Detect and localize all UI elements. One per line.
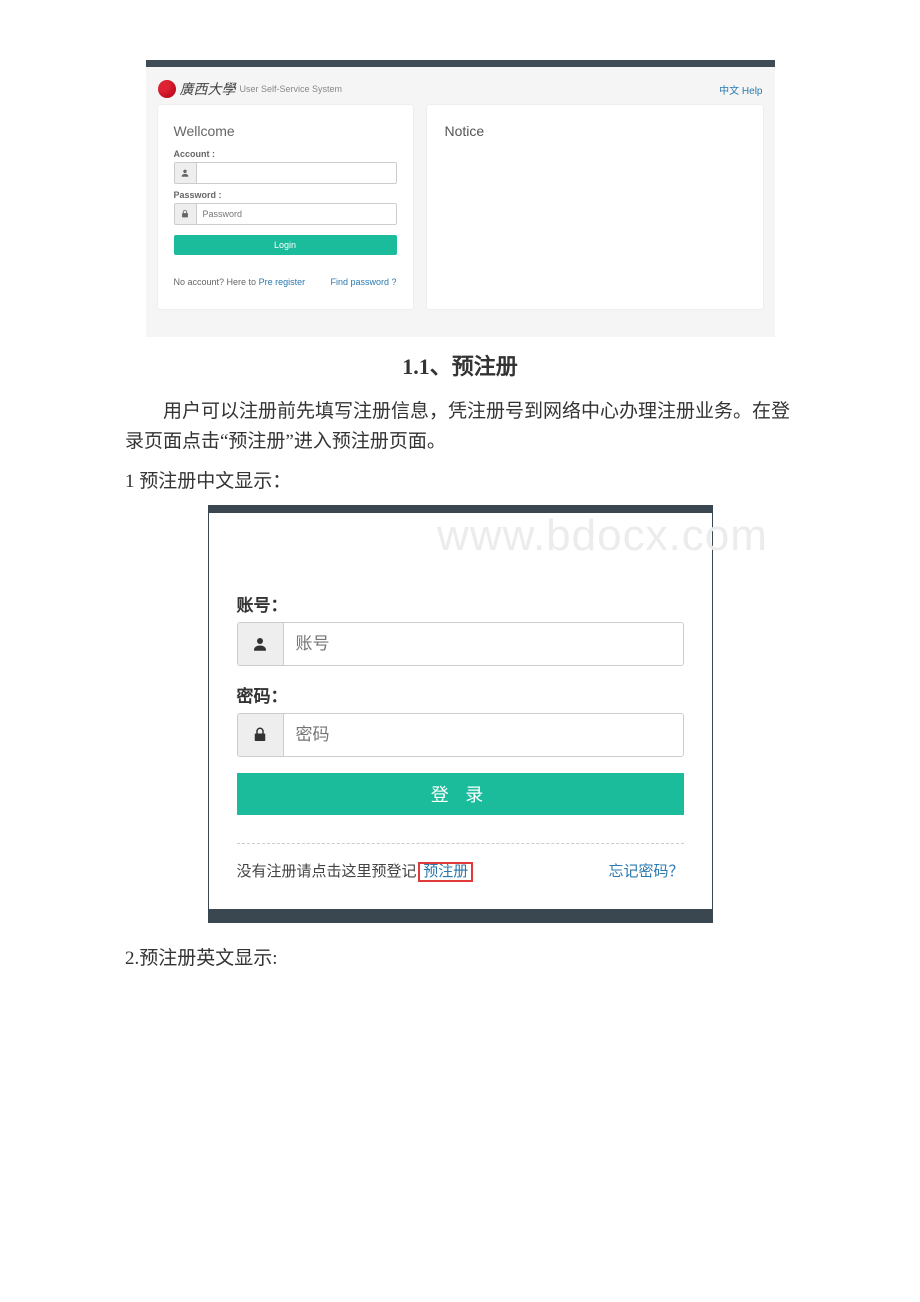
help-link[interactable]: Help	[742, 86, 763, 97]
login-title: Wellcome	[174, 123, 397, 139]
login-panel: Wellcome Account : Password : Login	[158, 105, 413, 309]
account-input[interactable]	[197, 163, 396, 183]
item-1: 1 预注册中文显示：	[125, 466, 795, 493]
password-label: Password :	[174, 190, 397, 200]
university-name: 廣西大學	[180, 79, 236, 99]
logo-block: 廣西大學 User Self-Service System	[158, 79, 343, 99]
login-button[interactable]: Login	[174, 235, 397, 255]
section-heading: 1.1、预注册	[0, 349, 920, 381]
cn-login-button[interactable]: 登 录	[237, 773, 684, 815]
cn-password-input[interactable]	[284, 714, 683, 756]
university-seal-icon	[158, 80, 176, 98]
cn-forgot-password-link[interactable]: 忘记密码？	[608, 860, 683, 881]
cn-login-footer: 没有注册请点击这里预登记 预注册 忘记密码？	[237, 860, 684, 881]
cn-account-label: 账号：	[237, 591, 684, 616]
password-input-row	[174, 203, 397, 225]
user-icon	[238, 623, 284, 665]
cn-account-input[interactable]	[284, 623, 683, 665]
watermark-text: www.bdocx.com	[353, 511, 853, 561]
no-account-text: No account? Here to	[174, 277, 259, 287]
notice-title: Notice	[445, 123, 745, 139]
login-footer: No account? Here to Pre register Find pa…	[174, 277, 397, 287]
password-input[interactable]	[197, 204, 396, 224]
user-icon	[175, 163, 197, 183]
divider	[237, 843, 684, 844]
cn-password-label: 密码：	[237, 682, 684, 707]
cn-password-row	[237, 713, 684, 757]
lock-icon	[238, 714, 284, 756]
system-title: User Self-Service System	[240, 84, 343, 94]
cn-account-row	[237, 622, 684, 666]
section-body: 用户可以注册前先填写注册信息，凭注册号到网络中心办理注册业务。在登录页面点击“预…	[125, 397, 795, 458]
find-password-link[interactable]: Find password ?	[330, 277, 396, 287]
item-2: 2.预注册英文显示:	[125, 943, 795, 970]
pre-register-link[interactable]: Pre register	[259, 277, 306, 287]
account-label: Account :	[174, 149, 397, 159]
cn-no-account-text: 没有注册请点击这里预登记	[237, 864, 417, 880]
notice-panel: Notice	[427, 105, 763, 309]
account-input-row	[174, 162, 397, 184]
lock-icon	[175, 204, 197, 224]
header-links: 中文 Help	[719, 82, 762, 97]
figure-english-login: 廣西大學 User Self-Service System 中文 Help We…	[146, 60, 775, 337]
figure-chinese-login: www.bdocx.com 账号： 密码： 登 录 没有注册请点击这里预登记 预…	[208, 505, 713, 923]
cn-pre-register-link[interactable]: 预注册	[420, 864, 471, 880]
figure1-header: 廣西大學 User Self-Service System 中文 Help	[158, 79, 763, 105]
lang-switch-link[interactable]: 中文	[719, 86, 739, 97]
